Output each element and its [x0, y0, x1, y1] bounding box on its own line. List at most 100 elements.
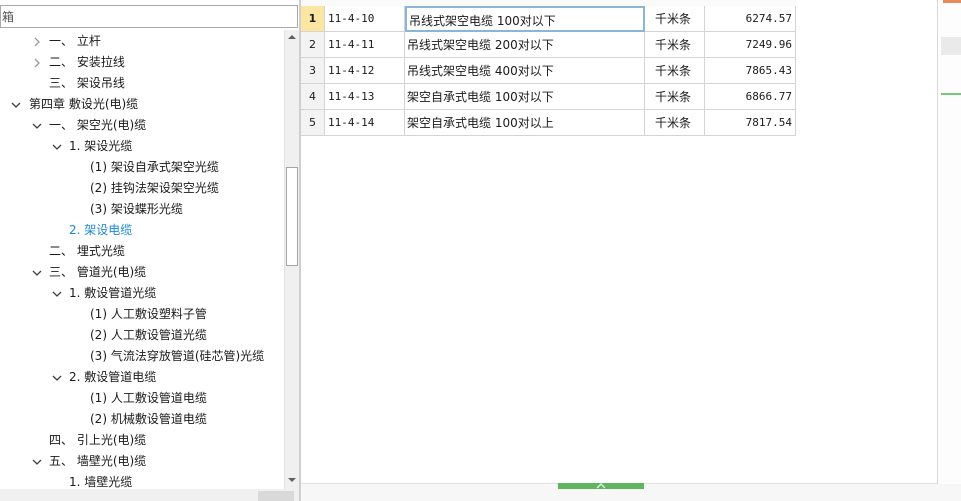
tree-node-label: (2) 人工敷设管道光缆	[90, 328, 207, 342]
table-row[interactable]: 1 11-4-10 吊线式架空电缆 100对以下 千米条 6274.57	[301, 6, 796, 32]
tree-node[interactable]: 一、 架空光(电)缆	[0, 115, 283, 136]
item-name-cell[interactable]: 吊线式架空电缆 200对以下	[405, 32, 645, 58]
scroll-up-button[interactable]	[285, 30, 299, 45]
tree-node-label: 1. 敷设管道光缆	[69, 286, 157, 300]
bottom-splitter-handle[interactable]	[558, 483, 644, 489]
tree-node-label: 一、 立杆	[49, 34, 101, 48]
tree-node-label: 2. 架设电缆	[69, 223, 133, 237]
category-tree: 一、 立杆二、 安装拉线 三、 架设吊线 第四章 敷设光(电)缆一、 架空光(电)缆…	[0, 30, 283, 488]
row-index-cell[interactable]: 1	[301, 6, 325, 32]
tree-node[interactable]: 1. 架设光缆	[0, 136, 283, 157]
chevron-down-icon[interactable]	[31, 451, 43, 472]
chevron-down-icon[interactable]	[31, 262, 43, 283]
tree-node[interactable]: 三、 管道光(电)缆	[0, 262, 283, 283]
tree-node-label: (3) 架设蝶形光缆	[90, 202, 183, 216]
table-row[interactable]: 3 11-4-12 吊线式架空电缆 400对以下 千米条 7865.43	[301, 58, 796, 84]
tree-node[interactable]: 二、 安装拉线	[0, 52, 283, 73]
item-name-cell[interactable]: 吊线式架空电缆 400对以下	[405, 58, 645, 84]
tree-node-label: 1. 架设光缆	[69, 139, 133, 153]
quota-code-cell[interactable]: 11-4-11	[325, 32, 405, 58]
table-row[interactable]: 2 11-4-11 吊线式架空电缆 200对以下 千米条 7249.96	[301, 32, 796, 58]
tree-node[interactable]: 四、 引上光(电)缆	[0, 430, 283, 451]
tree-node-label: 2. 敷设管道电缆	[69, 370, 157, 384]
tree-node[interactable]: (3) 架设蝶形光缆	[0, 199, 283, 220]
tree-node[interactable]: 五、 墙壁光(电)缆	[0, 451, 283, 472]
unit-cell[interactable]: 千米条	[645, 32, 705, 58]
accent-line	[941, 93, 961, 95]
tree-node-label: 1. 墙壁光缆	[69, 475, 133, 488]
tree-node[interactable]: 2. 敷设管道电缆	[0, 367, 283, 388]
tree-scrollbar[interactable]	[284, 30, 299, 489]
unit-cell[interactable]: 千米条	[645, 84, 705, 110]
chevron-down-icon[interactable]	[51, 136, 63, 157]
quota-code-cell[interactable]: 11-4-14	[325, 110, 405, 136]
tree-node-label: (1) 架设自承式架空光缆	[90, 160, 219, 174]
row-index-cell[interactable]: 2	[301, 32, 325, 58]
tree-node-label: 一、 架空光(电)缆	[49, 118, 147, 132]
quota-code-cell[interactable]: 11-4-12	[325, 58, 405, 84]
tree-node-label: 二、 埋式光缆	[49, 244, 125, 258]
left-pane-footer	[0, 489, 299, 501]
arrow-up-icon	[288, 35, 296, 39]
row-index-cell[interactable]: 4	[301, 84, 325, 110]
quota-code-cell[interactable]: 11-4-13	[325, 84, 405, 110]
tree-node-label: (2) 挂钩法架设架空光缆	[90, 181, 219, 195]
tree-node[interactable]: 1. 敷设管道光缆	[0, 283, 283, 304]
chevron-right-icon[interactable]	[31, 52, 43, 73]
chevron-down-icon[interactable]	[51, 367, 63, 388]
tree-node[interactable]: (1) 人工敷设管道电缆	[0, 388, 283, 409]
tree-node-label: 二、 安装拉线	[49, 55, 125, 69]
unit-cell[interactable]: 千米条	[645, 58, 705, 84]
row-index-cell[interactable]: 5	[301, 110, 325, 136]
tree-node[interactable]: (3) 气流法穿放管道(硅芯管)光缆	[0, 346, 283, 367]
tree-node[interactable]: (2) 挂钩法架设架空光缆	[0, 178, 283, 199]
chevron-down-icon[interactable]	[51, 283, 63, 304]
scroll-down-button[interactable]	[285, 473, 299, 488]
chevron-down-icon[interactable]	[31, 115, 43, 136]
search-input[interactable]: 箱	[0, 5, 298, 28]
quota-code-cell[interactable]: 11-4-10	[325, 6, 405, 32]
tree-node[interactable]: 一、 立杆	[0, 31, 283, 52]
tree-node-label: 第四章 敷设光(电)缆	[29, 97, 139, 111]
tree-node-label: (1) 人工敷设塑料子管	[90, 307, 207, 321]
unit-cell[interactable]: 千米条	[645, 6, 705, 32]
tree-node[interactable]: 2. 架设电缆	[0, 220, 283, 241]
side-tab[interactable]	[941, 37, 961, 55]
horizontal-scroll-thumb[interactable]	[258, 491, 294, 501]
table-row[interactable]: 5 11-4-14 架空自承式电缆 100对以上 千米条 7817.54	[301, 110, 796, 136]
price-cell[interactable]: 7865.43	[705, 58, 796, 84]
accent-mark	[943, 0, 961, 3]
tree-node-label: 三、 架设吊线	[49, 76, 125, 90]
tree-node-label: (1) 人工敷设管道电缆	[90, 391, 207, 405]
tree-node-label: 五、 墙壁光(电)缆	[49, 454, 147, 468]
quota-table: 1 11-4-10 吊线式架空电缆 100对以下 千米条 6274.57 2 11-4-11…	[301, 0, 796, 137]
item-name-cell[interactable]: 架空自承式电缆 100对以下	[405, 84, 645, 110]
chevron-down-icon[interactable]	[10, 94, 22, 115]
scroll-thumb[interactable]	[286, 167, 298, 266]
row-index-cell[interactable]: 3	[301, 58, 325, 84]
item-name-cell[interactable]: 吊线式架空电缆 100对以下	[405, 6, 645, 32]
chevron-up-icon	[596, 483, 606, 489]
price-cell[interactable]: 7249.96	[705, 32, 796, 58]
tree-node[interactable]: (1) 架设自承式架空光缆	[0, 157, 283, 178]
tree-node[interactable]: 1. 墙壁光缆	[0, 472, 283, 488]
price-cell[interactable]: 7817.54	[705, 110, 796, 136]
right-side-panel	[938, 0, 961, 484]
price-cell[interactable]: 6866.77	[705, 84, 796, 110]
price-cell[interactable]: 6274.57	[705, 6, 796, 32]
chevron-right-icon[interactable]	[31, 31, 43, 52]
tree-node-label: (2) 机械敷设管道电缆	[90, 412, 207, 426]
tree-node-label: 四、 引上光(电)缆	[49, 433, 147, 447]
tree-node[interactable]: 二、 埋式光缆	[0, 241, 283, 262]
tree-node[interactable]: (1) 人工敷设塑料子管	[0, 304, 283, 325]
tree-node[interactable]: 第四章 敷设光(电)缆	[0, 94, 283, 115]
tree-node-label: (3) 气流法穿放管道(硅芯管)光缆	[90, 349, 265, 363]
item-name-cell[interactable]: 架空自承式电缆 100对以上	[405, 110, 645, 136]
app-window: 箱 一、 立杆二、 安装拉线 三、 架设吊线 第四章 敷设光(电)缆一、 架空光(电…	[0, 0, 961, 501]
tree-node[interactable]: 三、 架设吊线	[0, 73, 283, 94]
tree-node-label: 三、 管道光(电)缆	[49, 265, 147, 279]
table-row[interactable]: 4 11-4-13 架空自承式电缆 100对以下 千米条 6866.77	[301, 84, 796, 110]
tree-node[interactable]: (2) 人工敷设管道光缆	[0, 325, 283, 346]
tree-node[interactable]: (2) 机械敷设管道电缆	[0, 409, 283, 430]
unit-cell[interactable]: 千米条	[645, 110, 705, 136]
